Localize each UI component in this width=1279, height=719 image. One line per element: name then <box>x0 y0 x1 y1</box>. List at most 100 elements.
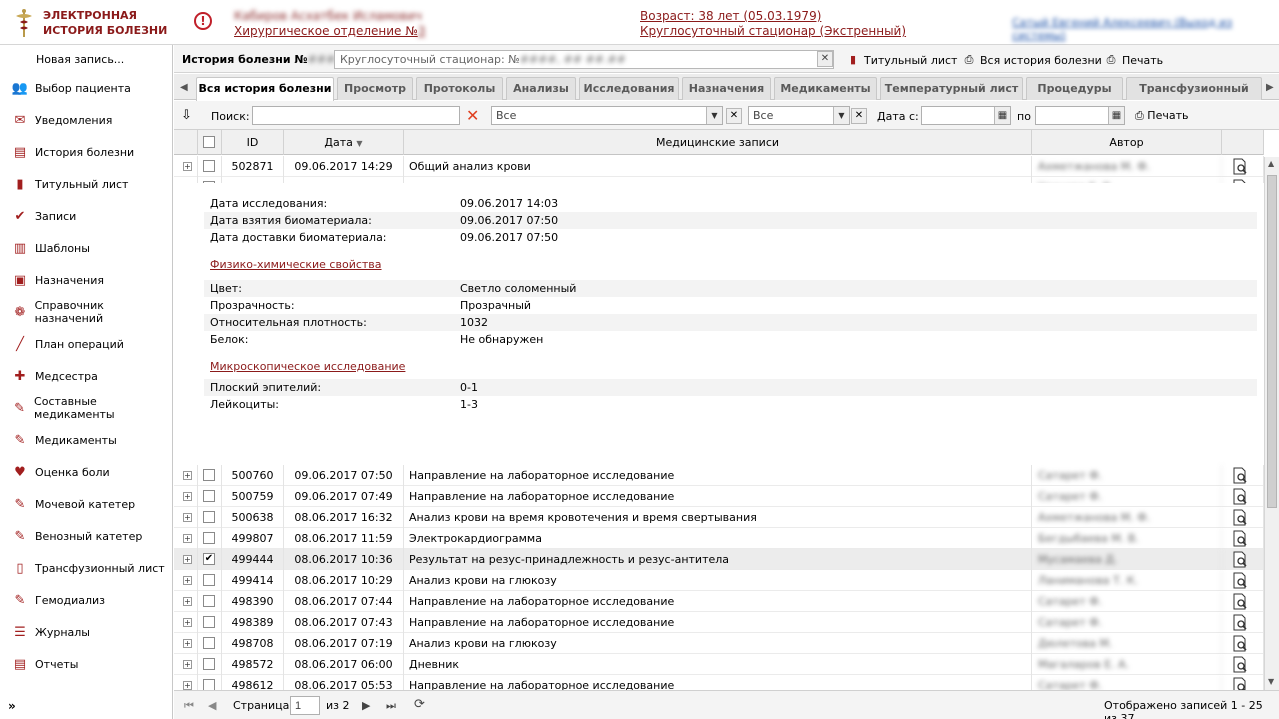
sidebar-item-18[interactable]: ☰ Журналы <box>0 617 173 647</box>
stationary-select[interactable]: Круглосуточный стационар: №####, ## ##.#… <box>334 50 834 69</box>
tab-2[interactable]: Просмотр <box>337 77 413 100</box>
table-row[interactable]: +500759 09.06.2017 07:49 Направление на ла… <box>174 486 1264 507</box>
expand-icon[interactable]: + <box>183 660 192 669</box>
sidebar-item-12[interactable]: ✎ Медикаменты <box>0 425 173 455</box>
table-row[interactable]: + ✔ 499444 08.06.2017 10:36 Результат на рез… <box>174 549 1264 570</box>
column-id[interactable]: ID <box>222 130 284 155</box>
expand-icon[interactable]: + <box>183 513 192 522</box>
expand-icon[interactable]: + <box>183 597 192 606</box>
view-document-icon[interactable] <box>1232 488 1248 505</box>
table-row[interactable]: +500638 08.06.2017 16:32 Анализ крови на в… <box>174 507 1264 528</box>
table-row[interactable]: +498390 08.06.2017 07:44 Направление на ла… <box>174 591 1264 612</box>
column-records[interactable]: Медицинские записи <box>404 130 1032 155</box>
expand-icon[interactable]: + <box>183 576 192 585</box>
alert-icon[interactable]: ! <box>194 12 212 30</box>
sidebar-item-11[interactable]: ✎ Составные медикаменты <box>0 393 173 423</box>
expand-icon[interactable]: + <box>183 555 192 564</box>
view-document-icon[interactable] <box>1232 467 1248 484</box>
tab-7[interactable]: Медикаменты <box>774 77 877 100</box>
table-row[interactable]: +499414 08.06.2017 10:29 Анализ крови на г… <box>174 570 1264 591</box>
sidebar-item-2[interactable]: ✉ Уведомления <box>0 105 173 135</box>
expand-icon[interactable]: + <box>183 639 192 648</box>
filter-print-button[interactable]: ⎙ Печать <box>1135 109 1188 123</box>
row-checkbox[interactable] <box>203 658 215 670</box>
expand-icon[interactable]: + <box>183 534 192 543</box>
vertical-scrollbar[interactable]: ▲ ▼ <box>1264 157 1279 690</box>
row-checkbox[interactable] <box>203 490 215 502</box>
prev-page-icon[interactable]: ◀ <box>208 699 216 712</box>
view-document-icon[interactable] <box>1232 551 1248 568</box>
sidebar-item-1[interactable]: 👥 Выбор пациента <box>0 73 173 103</box>
view-document-icon[interactable] <box>1232 509 1248 526</box>
tabs-scroll-right-icon[interactable]: ▶ <box>1266 82 1274 93</box>
tabs-scroll-left-icon[interactable]: ◀ <box>180 82 188 93</box>
clear-filter-2-icon[interactable]: ✕ <box>851 108 867 124</box>
row-checkbox[interactable] <box>203 469 215 481</box>
department-link[interactable]: Хирургическое отделение №3 <box>234 24 425 38</box>
tab-5[interactable]: Исследования <box>579 77 679 100</box>
row-record[interactable]: Анализ крови на время кровотечения и вре… <box>404 507 1032 528</box>
tab-1[interactable]: Вся история болезни <box>196 77 334 101</box>
last-page-icon[interactable]: ⏭ <box>386 699 396 713</box>
scrollbar-thumb[interactable] <box>1267 175 1277 508</box>
app-logo[interactable]: ЭЛЕКТРОННАЯ ИСТОРИЯ БОЛЕЗНИ <box>8 6 173 40</box>
sidebar-item-9[interactable]: ╱ План операций <box>0 329 173 359</box>
row-checkbox[interactable] <box>203 637 215 649</box>
clear-select-button[interactable]: ✕ <box>817 51 833 67</box>
table-row[interactable]: +498708 08.06.2017 07:19 Анализ крови на г… <box>174 633 1264 654</box>
sidebar-item-10[interactable]: ✚ Медсестра <box>0 361 173 391</box>
expand-icon[interactable]: + <box>183 681 192 690</box>
first-page-icon[interactable]: ⏮ <box>184 699 194 713</box>
view-document-icon[interactable] <box>1232 614 1248 631</box>
row-record[interactable]: Результат на резус-принадлежность и резу… <box>404 549 1032 570</box>
row-record[interactable]: Дневник <box>404 654 1032 675</box>
table-row[interactable]: +498389 08.06.2017 07:43 Направление на ла… <box>174 612 1264 633</box>
table-row[interactable]: +500760 09.06.2017 07:50 Направление на ла… <box>174 465 1264 486</box>
print-history-button[interactable]: ⎙ Печать <box>1104 53 1164 67</box>
refresh-icon[interactable]: ⟳ <box>414 697 425 712</box>
expand-sidebar-button[interactable]: » <box>8 699 16 713</box>
table-row[interactable]: +498572 08.06.2017 06:00 Дневник Магаларов … <box>174 654 1264 675</box>
search-input[interactable] <box>252 106 460 125</box>
row-record[interactable]: Направление на лабораторное исследование <box>404 612 1032 633</box>
column-author[interactable]: Автор <box>1032 130 1222 155</box>
row-record[interactable]: Анализ крови на глюкозу <box>404 570 1032 591</box>
view-document-icon[interactable] <box>1232 158 1248 175</box>
row-checkbox[interactable] <box>203 511 215 523</box>
row-checkbox[interactable] <box>203 574 215 586</box>
view-document-icon[interactable] <box>1232 572 1248 589</box>
expand-icon[interactable]: + <box>183 492 192 501</box>
clear-filter-1-icon[interactable]: ✕ <box>726 108 742 124</box>
sidebar-item-4[interactable]: ▮ Титульный лист <box>0 169 173 199</box>
row-checkbox[interactable] <box>203 160 215 172</box>
sidebar-item-7[interactable]: ▣ Назначения <box>0 265 173 295</box>
sidebar-item-19[interactable]: ▤ Отчеты <box>0 649 173 679</box>
view-document-icon[interactable] <box>1232 677 1248 690</box>
row-checkbox[interactable] <box>203 679 215 690</box>
sidebar-item-3[interactable]: ▤ История болезни <box>0 137 173 167</box>
row-record[interactable]: Направление на лабораторное исследование <box>404 465 1032 486</box>
chevron-down-icon[interactable]: ▼ <box>833 107 849 124</box>
expand-icon[interactable]: + <box>183 471 192 480</box>
patient-age[interactable]: Возраст: 38 лет (05.03.1979) <box>640 9 821 23</box>
sidebar-item-6[interactable]: ▥ Шаблоны <box>0 233 173 263</box>
page-input[interactable] <box>290 696 320 715</box>
title-page-button[interactable]: ▮ Титульный лист <box>846 53 958 67</box>
chevron-down-icon[interactable]: ▼ <box>706 107 722 124</box>
table-row[interactable]: +498612 08.06.2017 05:53 Направление на ла… <box>174 675 1264 690</box>
view-document-icon[interactable] <box>1232 530 1248 547</box>
view-document-icon[interactable] <box>1232 656 1248 673</box>
user-logout-link[interactable]: Сатый Евгений Алексеевич (Выход из систе… <box>1012 16 1279 42</box>
filter-select-2[interactable]: Все ▼ <box>748 106 850 125</box>
clear-search-icon[interactable]: ✕ <box>466 106 479 125</box>
column-date[interactable]: Дата ▼ <box>284 130 404 155</box>
calendar-icon[interactable]: ▦ <box>994 107 1010 124</box>
tab-4[interactable]: Анализы <box>506 77 576 100</box>
tab-10[interactable]: Трансфузионный лист <box>1126 77 1262 117</box>
sidebar-item-16[interactable]: ▯ Трансфузионный лист <box>0 553 173 583</box>
tab-9[interactable]: Процедуры <box>1026 77 1123 100</box>
select-all-header[interactable] <box>198 130 222 155</box>
calendar-icon[interactable]: ▦ <box>1108 107 1124 124</box>
filter-select-1[interactable]: Все ▼ <box>491 106 723 125</box>
row-record[interactable]: Направление на лабораторное исследование <box>404 486 1032 507</box>
